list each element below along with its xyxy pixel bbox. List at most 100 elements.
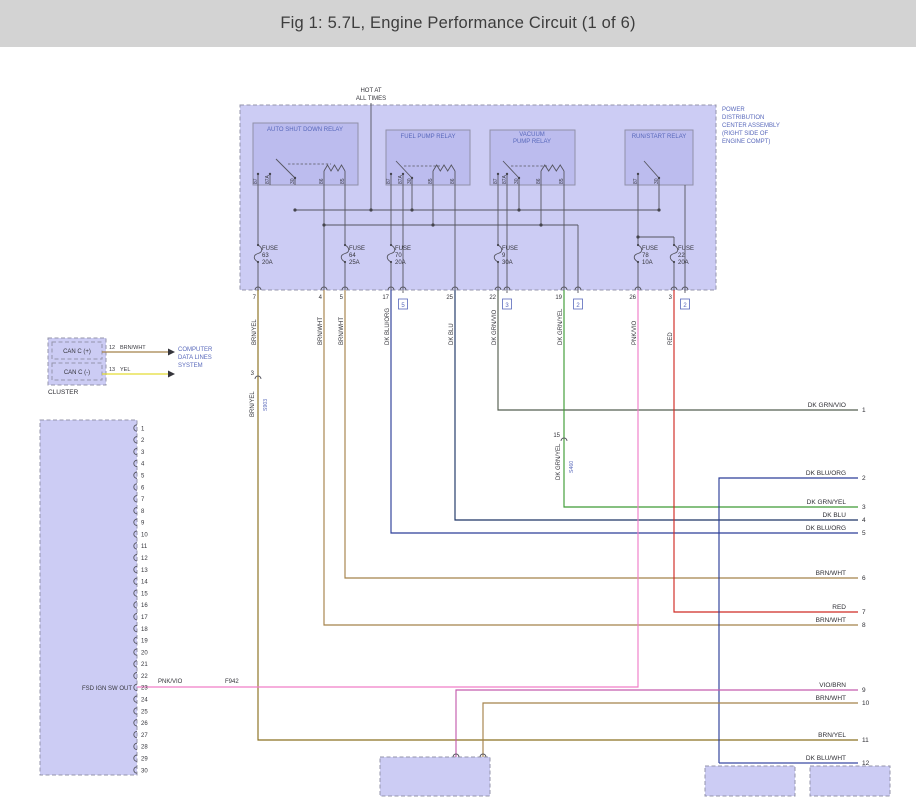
exit-pin: 19 xyxy=(555,295,562,301)
figure-title: Fig 1: 5.7L, Engine Performance Circuit … xyxy=(280,14,635,33)
relay-pin-label: 86 xyxy=(536,178,542,184)
relay-pin-label: 86 xyxy=(450,178,456,184)
left-connector-pin-number: 19 xyxy=(141,639,148,645)
left-connector-pin-number: 29 xyxy=(141,757,148,763)
right-wire-pin: 2 xyxy=(862,475,866,482)
splice-pin: 3 xyxy=(251,371,255,377)
right-wire-pin: 10 xyxy=(862,700,870,707)
left-connector-pin-number: 18 xyxy=(141,627,148,633)
exit-pin: 17 xyxy=(382,295,389,301)
connector-ref: 5 xyxy=(401,303,405,309)
cluster-wire-yel: YEL xyxy=(120,367,130,373)
cluster-wire-brn-wht: BRN/WHT xyxy=(120,345,146,351)
computer-data-lines-label-1: COMPUTER xyxy=(178,347,213,353)
auto-shut-down-relay: AUTO SHUT DOWN RELAY 87 87A 30 86 85 xyxy=(253,123,358,185)
fuse-name: FUSE xyxy=(262,246,278,252)
exit-wire-label: DK GRN/YEL xyxy=(558,308,564,345)
splice-connector-id: S460 xyxy=(569,461,575,473)
fuse-number: 64 xyxy=(349,253,356,259)
relay-pin-label: 87 xyxy=(386,178,392,184)
relay-pin-label: 87 xyxy=(253,178,259,184)
cluster-pin-13: 13 xyxy=(109,367,115,373)
wire-brn-wht-b xyxy=(345,290,858,578)
run-start-relay: RUN/START RELAY 87 30 xyxy=(625,130,693,185)
left-connector-pin-number: 4 xyxy=(141,462,145,468)
relay-pin-label: 85 xyxy=(340,178,346,184)
computer-data-lines-label-2: DATA LINES xyxy=(178,355,212,361)
wires xyxy=(102,290,858,763)
right-wire-pin: 8 xyxy=(862,622,866,629)
right-wire-label: DK GRN/YEL xyxy=(807,499,847,506)
wire-dk-grn-vio xyxy=(498,290,858,410)
pdc-assembly-label: POWER DISTRIBUTION CENTER ASSEMBLY (RIGH… xyxy=(722,107,780,145)
left-connector-pin-number: 14 xyxy=(141,580,148,586)
exit-pin: 26 xyxy=(629,295,636,301)
fuse-name: FUSE xyxy=(642,246,658,252)
right-wire-pin: 7 xyxy=(862,609,866,616)
fuel-pump-relay: FUEL PUMP RELAY 87 87A 30 85 86 xyxy=(386,130,470,185)
left-connector-pin-number: 23 xyxy=(141,686,148,692)
connector-ref: 3 xyxy=(505,303,509,309)
splice-pin: 15 xyxy=(553,433,560,439)
wire-red xyxy=(674,290,858,612)
exit-wire-label: BRN/YEL xyxy=(252,319,258,345)
left-connector-pin-number: 9 xyxy=(141,521,145,527)
exit-pin: 5 xyxy=(340,295,344,301)
left-connector-pin-number: 22 xyxy=(141,674,148,680)
relay-pin-label: 85 xyxy=(428,178,434,184)
bottom-right-component-box-1 xyxy=(705,766,795,796)
left-connector-pin-number: 20 xyxy=(141,650,148,656)
cluster-pin-12: 12 xyxy=(109,345,115,351)
left-connector-pin-number: 8 xyxy=(141,509,145,515)
right-wire-label: DK BLU/WHT xyxy=(806,755,846,762)
relay-pin-label: 87A xyxy=(398,174,404,184)
fuse-name: FUSE xyxy=(678,246,694,252)
fuse-amps: 10A xyxy=(642,260,653,266)
can-c-minus-label: CAN C (-) xyxy=(64,370,90,376)
vacuum-pump-relay-label-line2: PUMP RELAY xyxy=(513,139,551,145)
wire-brn-yel xyxy=(258,290,858,740)
splice-brn-yel: 3 S903 BRN/YEL xyxy=(250,371,269,417)
relay-pin-label: 87 xyxy=(633,178,639,184)
relay-pin-label: 86 xyxy=(319,178,325,184)
left-connector-pin-number: 16 xyxy=(141,603,148,609)
fuse-amps: 20A xyxy=(678,260,689,266)
exit-pin: 22 xyxy=(489,295,496,301)
splice-wire-label: DK GRN/YEL xyxy=(556,443,562,480)
fuse-number: 63 xyxy=(262,253,269,259)
exit-wire-label: PNK/VIO xyxy=(632,320,638,345)
left-connector-pin-number: 5 xyxy=(141,474,145,480)
right-wire-label: DK GRN/VIO xyxy=(808,402,846,409)
right-wire-pin: 9 xyxy=(862,687,866,694)
bottom-center-component-box xyxy=(380,757,490,796)
assembly-label-line: (RIGHT SIDE OF xyxy=(722,131,769,137)
bottom-right-component-box-2 xyxy=(810,766,890,796)
right-wire-label: DK BLU xyxy=(823,512,847,519)
right-wire-label: BRN/WHT xyxy=(816,695,846,702)
left-connector-pin-number: 26 xyxy=(141,721,148,727)
fuse-amps: 20A xyxy=(262,260,273,266)
left-connector-pin-number: 27 xyxy=(141,733,148,739)
computer-data-lines-label-3: SYSTEM xyxy=(178,363,203,369)
left-connector-pin-number: 10 xyxy=(141,532,148,538)
right-wire-label: BRN/WHT xyxy=(816,617,846,624)
left-connector-pin-number: 6 xyxy=(141,485,145,491)
splice-connector-id: S903 xyxy=(263,399,269,411)
connector-ref: 2 xyxy=(683,303,687,309)
relay-pin-label: 87 xyxy=(493,178,499,184)
right-wire-label: DK BLU/ORG xyxy=(806,525,846,532)
cluster-name: CLUSTER xyxy=(48,389,79,396)
exit-pin: 7 xyxy=(253,295,257,301)
fuel-pump-relay-label: FUEL PUMP RELAY xyxy=(401,134,456,140)
wire-dk-blu-org-a xyxy=(391,290,858,533)
assembly-label-line: CENTER ASSEMBLY xyxy=(722,123,780,129)
left-connector-pin-number: 3 xyxy=(141,450,145,456)
cluster xyxy=(48,338,106,385)
assembly-label-line: DISTRIBUTION xyxy=(722,115,764,121)
left-connector-pin-number: 2 xyxy=(141,438,145,444)
left-connector-pin-number: 21 xyxy=(141,662,148,668)
right-wire-pin: 3 xyxy=(862,504,866,511)
relay-pin-label: 87A xyxy=(502,174,508,184)
right-wire-pin: 12 xyxy=(862,760,870,767)
right-wire-pin: 5 xyxy=(862,530,866,537)
